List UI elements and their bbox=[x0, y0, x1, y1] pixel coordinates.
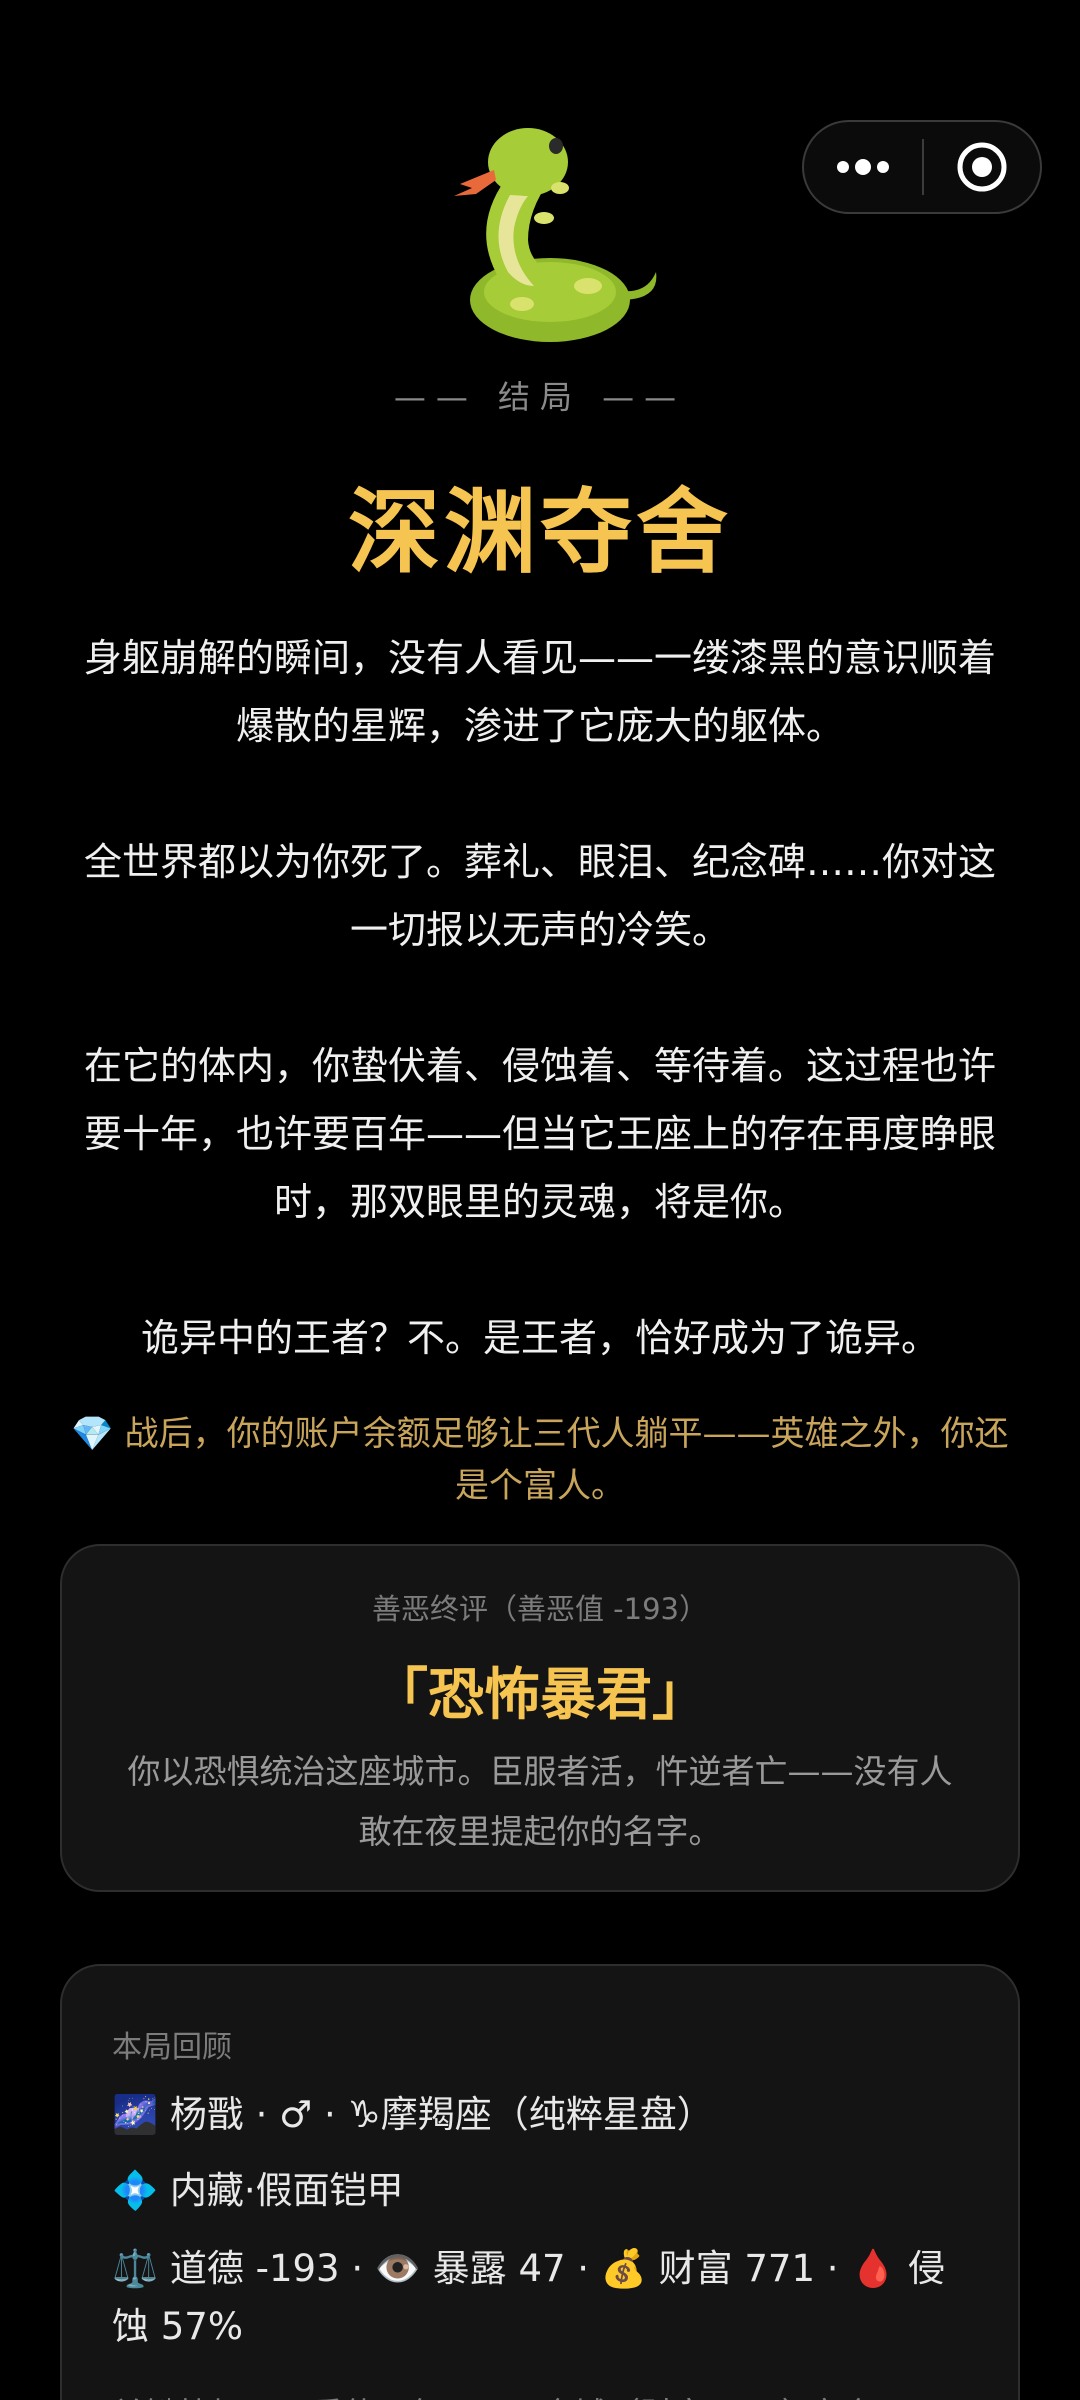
recap-card: 本局回顾 🌌 杨戬 · ♂ · ♑摩羯座（纯粹星盘） 💠 内藏·假面铠甲 ⚖️ … bbox=[60, 1964, 1020, 2400]
verdict-card: 善恶终评（善恶值 -193） 「恐怖暴君」 你以恐惧统治这座城市。臣服者活，忤逆… bbox=[60, 1544, 1020, 1892]
more-button[interactable] bbox=[804, 122, 922, 212]
narrative-paragraph-4: 诡异中的王者？不。是王者，恰好成为了诡异。 bbox=[140, 1316, 939, 1360]
verdict-description: 你以恐惧统治这座城市。臣服者活，忤逆者亡——没有人敢在夜里提起你的名字。 bbox=[127, 1752, 953, 1851]
ellipsis-icon bbox=[837, 159, 889, 175]
target-close-icon bbox=[957, 142, 1007, 192]
verdict-subtitle: 善恶终评（善恶值 -193） bbox=[371, 1592, 709, 1626]
close-button[interactable] bbox=[924, 122, 1040, 212]
snake-icon bbox=[454, 128, 657, 342]
miniprogram-capsule bbox=[802, 120, 1042, 214]
recap-armor-line: 💠 内藏·假面铠甲 bbox=[112, 2169, 404, 2212]
recap-heading: 本局回顾 bbox=[112, 2030, 232, 2065]
ending-title: 深渊夺舍 bbox=[347, 479, 732, 586]
narrative-paragraph-2: 全世界都以为你死了。葬礼、眼泪、纪念碑……你对这一切报以无声的冷笑。 bbox=[83, 840, 996, 952]
narrative-paragraph-3: 在它的体内，你蛰伏着、侵蚀着、等待着。这过程也许要十年，也许要百年——但当它王座… bbox=[83, 1044, 996, 1224]
recap-choices-line: 关键抉择：只看使面包，只死全城（财富 5/…）·完全 bbox=[112, 2386, 982, 2400]
recap-stats-line: ⚖️ 道德 -193 · 👁️ 暴露 47 · 💰 财富 771 · 🩸 侵蚀 … bbox=[112, 2247, 946, 2348]
ending-page: —— 结局 —— 深渊夺舍 身躯崩解的瞬间，没有人看见——一缕漆黑的意识顺着爆散… bbox=[0, 0, 1080, 2400]
verdict-title: 「恐怖暴君」 bbox=[372, 1663, 708, 1728]
narrative-paragraph-1: 身躯崩解的瞬间，没有人看见——一缕漆黑的意识顺着爆散的星辉，渗进了它庞大的躯体。 bbox=[83, 636, 996, 748]
recap-character-line: 🌌 杨戬 · ♂ · ♑摩羯座（纯粹星盘） bbox=[112, 2093, 714, 2136]
wealth-note: 💎 战后，你的账户余额足够让三代人躺平——英雄之外，你还是个富人。 bbox=[71, 1414, 1009, 1506]
ending-label: —— 结局 —— bbox=[393, 378, 687, 416]
